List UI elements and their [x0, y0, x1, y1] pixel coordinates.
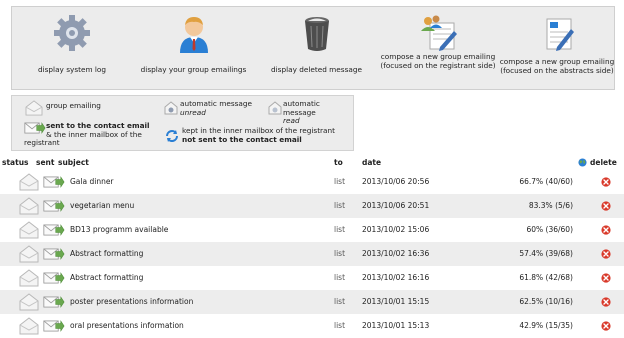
delete-icon[interactable] — [601, 297, 611, 307]
row-subject[interactable]: BD13 programm available — [70, 218, 168, 242]
table-header: status sent subject to date delete — [0, 156, 624, 169]
row-stats: 42.9% (15/35) — [519, 321, 573, 330]
row-date: 2013/10/02 16:36 — [362, 249, 430, 258]
row-date: 2013/10/02 16:16 — [362, 273, 430, 282]
status-envelope-icon — [18, 197, 40, 215]
row-to: list — [334, 297, 346, 306]
row-subject[interactable]: oral presentations information — [70, 314, 184, 338]
row-to: list — [334, 273, 346, 282]
row-subject[interactable]: vegetarian menu — [70, 194, 134, 218]
status-envelope-icon — [18, 221, 40, 239]
compose-document-icon — [546, 18, 574, 51]
sent-envelope-icon — [43, 272, 65, 284]
row-to: list — [334, 201, 346, 210]
row-subject[interactable]: Gala dinner — [70, 170, 114, 194]
system-log-label: display system log — [37, 65, 107, 74]
row-to: list — [334, 249, 346, 258]
compose-abstracts-label: compose a new group emailing (focused on… — [499, 57, 615, 75]
legend-group-emailing: group emailing — [46, 101, 101, 110]
col-to[interactable]: to — [334, 156, 343, 169]
row-to: list — [334, 321, 346, 330]
gear-icon — [54, 15, 90, 51]
delete-icon[interactable] — [601, 249, 611, 259]
row-stats: 66.7% (40/60) — [519, 177, 573, 186]
row-stats: 60% (36/60) — [526, 225, 573, 234]
delete-icon[interactable] — [601, 273, 611, 283]
status-envelope-icon — [18, 269, 40, 287]
col-date[interactable]: date — [362, 156, 381, 169]
table-row[interactable]: vegetarian menu list 2013/10/06 20:51 83… — [0, 194, 624, 218]
status-envelope-icon — [18, 245, 40, 263]
legend-sent: sent to the contact email & the inner ma… — [24, 121, 150, 147]
row-date: 2013/10/01 15:15 — [362, 297, 430, 306]
group-emailings-label: display your group emailings — [140, 65, 247, 74]
legend-auto-unread: automatic message unread — [180, 99, 253, 117]
row-date: 2013/10/06 20:51 — [362, 201, 430, 210]
group-emailings-button[interactable]: display your group emailings — [132, 7, 255, 91]
col-status[interactable]: status — [2, 156, 29, 169]
delete-icon[interactable] — [601, 201, 611, 211]
status-envelope-icon — [18, 173, 40, 191]
legend-auto-read: automatic message read — [283, 99, 320, 125]
deleted-message-label: display deleted message — [271, 65, 362, 74]
legend-kept: kept in the inner mailbox of the registr… — [182, 126, 336, 144]
row-stats: 62.5% (10/16) — [519, 297, 573, 306]
globe-icon — [578, 158, 587, 167]
compose-people-icon — [421, 15, 457, 51]
action-toolbar: display system log display your group em… — [11, 6, 615, 90]
sent-envelope-icon — [43, 320, 65, 332]
sent-envelope-icon — [43, 200, 65, 212]
col-subject[interactable]: subject — [58, 156, 89, 169]
sent-envelope-icon — [43, 224, 65, 236]
compose-registrant-button[interactable]: compose a new group emailing (focused on… — [378, 7, 498, 91]
col-delete: delete — [590, 158, 617, 167]
row-to: list — [334, 177, 346, 186]
user-icon — [179, 17, 208, 53]
trash-icon — [304, 17, 329, 51]
status-envelope-icon — [18, 293, 40, 311]
col-sent[interactable]: sent — [36, 156, 54, 169]
compose-abstracts-button[interactable]: compose a new group emailing (focused on… — [498, 7, 616, 91]
sent-envelope-icon — [43, 248, 65, 260]
refresh-icon — [166, 130, 178, 142]
sent-envelope-icon — [43, 296, 65, 308]
table-row[interactable]: Abstract formatting list 2013/10/02 16:1… — [0, 266, 624, 290]
row-to: list — [334, 225, 346, 234]
delete-icon[interactable] — [601, 225, 611, 235]
sent-envelope-icon — [43, 176, 65, 188]
row-stats: 61.8% (42/68) — [519, 273, 573, 282]
delete-icon[interactable] — [601, 321, 611, 331]
delete-icon[interactable] — [601, 177, 611, 187]
compose-registrant-label: compose a new group emailing (focused on… — [380, 52, 496, 70]
status-envelope-icon — [18, 317, 40, 335]
table-row[interactable]: poster presentations information list 20… — [0, 290, 624, 314]
icon-legend: group emailing automatic message unread … — [11, 95, 354, 151]
system-log-button[interactable]: display system log — [12, 7, 132, 91]
table-row[interactable]: Gala dinner list 2013/10/06 20:56 66.7% … — [0, 170, 624, 194]
auto-read-icon — [268, 101, 282, 115]
table-row[interactable]: oral presentations information list 2013… — [0, 314, 624, 337]
row-date: 2013/10/02 15:06 — [362, 225, 430, 234]
row-date: 2013/10/06 20:56 — [362, 177, 430, 186]
row-subject[interactable]: poster presentations information — [70, 290, 193, 314]
table-row[interactable]: Abstract formatting list 2013/10/02 16:3… — [0, 242, 624, 266]
row-date: 2013/10/01 15:13 — [362, 321, 430, 330]
group-emailing-icon — [24, 100, 44, 116]
row-subject[interactable]: Abstract formatting — [70, 242, 143, 266]
row-stats: 57.4% (39/68) — [519, 249, 573, 258]
row-stats: 83.3% (5/6) — [528, 201, 573, 210]
row-subject[interactable]: Abstract formatting — [70, 266, 143, 290]
deleted-message-button[interactable]: display deleted message — [255, 7, 378, 91]
auto-unread-icon — [164, 101, 178, 115]
table-row[interactable]: BD13 programm available list 2013/10/02 … — [0, 218, 624, 242]
